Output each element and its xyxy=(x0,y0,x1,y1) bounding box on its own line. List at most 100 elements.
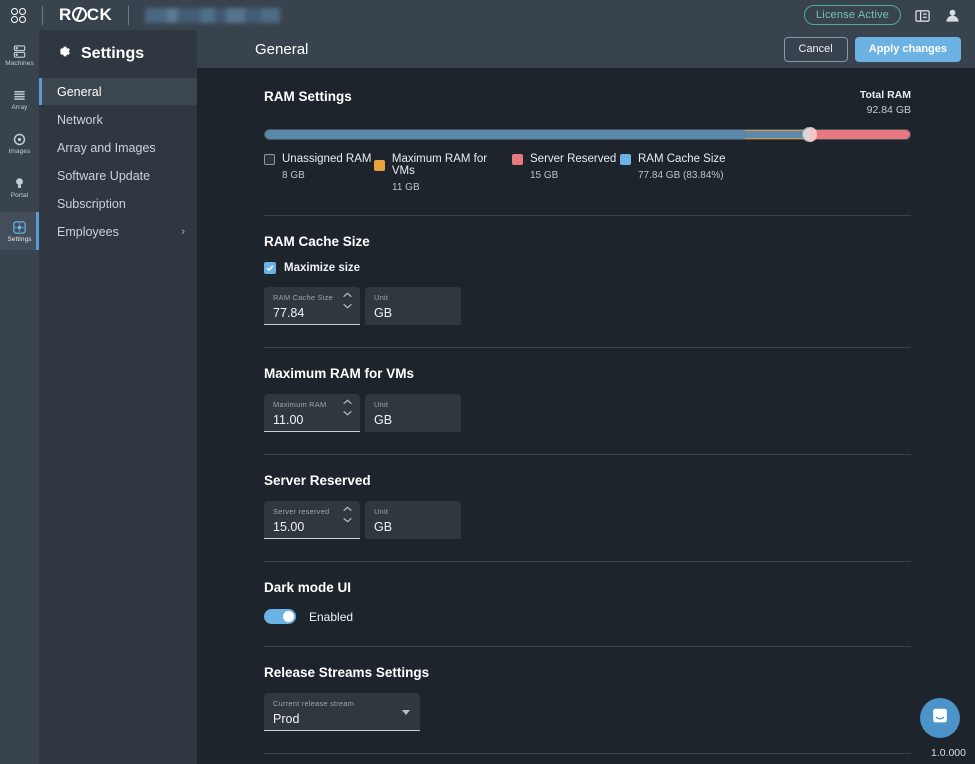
sidebar-label-subscription: Subscription xyxy=(57,197,126,211)
ram-cache-stepper[interactable] xyxy=(342,292,353,309)
panel-icon[interactable] xyxy=(914,7,931,24)
disc-icon xyxy=(12,132,27,147)
gear-icon xyxy=(55,43,72,65)
max-ram-unit-input[interactable]: Unit GB xyxy=(365,394,461,432)
rail-label-portal: Portal xyxy=(11,192,29,199)
legend-value-server-reserved: 15 GB xyxy=(530,170,620,181)
legend-item-max-vms: Maximum RAM for VMs 11 GB xyxy=(374,153,512,193)
sidebar-item-array-and-images[interactable]: Array and Images xyxy=(39,134,197,161)
rail-label-array: Array xyxy=(11,104,27,111)
top-bar: RCK License Active xyxy=(0,0,975,30)
chat-support-button[interactable] xyxy=(920,698,960,738)
ram-allocation-slider[interactable] xyxy=(264,129,911,140)
ram-cache-unit-label: Unit xyxy=(374,293,452,302)
sidebar-item-general[interactable]: General xyxy=(39,78,197,105)
dark-mode-toggle[interactable] xyxy=(264,609,296,624)
dark-mode-state-label: Enabled xyxy=(309,610,353,624)
total-ram-value: 92.84 GB xyxy=(860,104,911,116)
apply-changes-button-top[interactable]: Apply changes xyxy=(855,37,961,62)
legend-item-unassigned: Unassigned RAM 8 GB xyxy=(264,153,374,193)
rail-item-array[interactable]: Array xyxy=(0,80,39,118)
server-reserved-unit-input[interactable]: Unit GB xyxy=(365,501,461,539)
chat-bubble-icon xyxy=(930,706,950,731)
sidebar-label-software-update: Software Update xyxy=(57,169,150,183)
ram-cache-unit-value: GB xyxy=(374,306,452,320)
divider-1 xyxy=(264,215,911,216)
legend-name-ram-cache: RAM Cache Size xyxy=(638,153,726,165)
chevron-down-icon xyxy=(402,710,410,715)
server-reserved-unit-label: Unit xyxy=(374,507,452,516)
sidebar-title: Settings xyxy=(81,45,144,63)
ram-legend: Unassigned RAM 8 GB Maximum RAM for VMs … xyxy=(264,153,911,193)
logo-divider xyxy=(42,6,43,25)
chevron-up-icon xyxy=(342,399,353,405)
chevron-down-icon xyxy=(342,303,353,309)
logo-ring-icon xyxy=(72,7,87,22)
ram-settings-header: RAM Settings Total RAM 92.84 GB xyxy=(264,68,911,116)
rail-item-portal[interactable]: Portal xyxy=(0,168,39,206)
chevron-up-icon xyxy=(342,506,353,512)
top-bar-actions: License Active xyxy=(804,5,975,25)
content-header: General Cancel Apply changes xyxy=(197,30,975,68)
settings-sidebar: Settings General Network Array and Image… xyxy=(39,30,197,764)
max-ram-input[interactable]: Maximum RAM 11.00 xyxy=(264,394,360,432)
sidebar-item-network[interactable]: Network xyxy=(39,106,197,133)
gear-square-icon xyxy=(12,220,27,235)
rail-item-machines[interactable]: Machines xyxy=(0,36,39,74)
legend-value-unassigned: 8 GB xyxy=(282,170,374,181)
chevron-down-icon xyxy=(342,517,353,523)
sidebar-label-employees: Employees xyxy=(57,225,119,239)
ram-cache-size-value: 77.84 xyxy=(273,306,351,320)
release-stream-select[interactable]: Current release stream Prod xyxy=(264,693,420,731)
server-reserved-stepper[interactable] xyxy=(342,506,353,523)
license-status-badge[interactable]: License Active xyxy=(804,5,901,25)
ram-settings-title: RAM Settings xyxy=(264,89,352,104)
sidebar-item-employees[interactable]: Employees › xyxy=(39,218,197,245)
legend-item-ram-cache: RAM Cache Size 77.84 GB (83.84%) xyxy=(620,153,726,193)
max-ram-stepper[interactable] xyxy=(342,399,353,416)
server-reserved-input[interactable]: Server reserved 15.00 xyxy=(264,501,360,539)
sidebar-item-subscription[interactable]: Subscription xyxy=(39,190,197,217)
maximize-size-row[interactable]: Maximize size xyxy=(264,262,911,274)
chevron-right-icon: › xyxy=(181,226,185,238)
brand-logo[interactable]: RCK xyxy=(0,5,280,25)
logo-wordmark: RCK xyxy=(59,5,112,25)
logo-dots-icon xyxy=(11,8,26,23)
max-ram-unit-value: GB xyxy=(374,413,452,427)
ram-cache-unit-input[interactable]: Unit GB xyxy=(365,287,461,325)
swatch-max-vms-icon xyxy=(374,160,385,171)
max-ram-field-label: Maximum RAM xyxy=(273,400,351,409)
swatch-server-reserved-icon xyxy=(512,154,523,165)
rail-label-images: Images xyxy=(9,148,31,155)
dark-mode-row: Enabled xyxy=(264,609,911,624)
server-reserved-fields: Server reserved 15.00 Unit GB xyxy=(264,501,911,539)
redacted-org-label xyxy=(145,8,280,23)
app-root: RCK License Active xyxy=(0,0,975,764)
legend-name-max-vms: Maximum RAM for VMs xyxy=(392,153,512,177)
account-icon[interactable] xyxy=(944,7,961,24)
divider-2 xyxy=(264,347,911,348)
settings-panel: RAM Settings Total RAM 92.84 GB Unassign… xyxy=(197,68,975,764)
chevron-up-icon xyxy=(342,292,353,298)
cancel-button-top[interactable]: Cancel xyxy=(784,37,848,62)
brand-divider xyxy=(128,6,129,25)
legend-name-unassigned: Unassigned RAM xyxy=(282,153,371,165)
swatch-unassigned-icon xyxy=(264,154,275,165)
maximize-size-checkbox[interactable] xyxy=(264,262,276,274)
ram-cache-size-input[interactable]: RAM Cache Size 77.84 xyxy=(264,287,360,325)
primary-nav-rail: Machines Array Images xyxy=(0,30,39,764)
max-ram-unit-label: Unit xyxy=(374,400,452,409)
divider-5 xyxy=(264,646,911,647)
sidebar-label-network: Network xyxy=(57,113,103,127)
ram-cache-fields: RAM Cache Size 77.84 Unit GB xyxy=(264,287,911,325)
total-ram-block: Total RAM 92.84 GB xyxy=(860,89,911,116)
slider-handle[interactable] xyxy=(802,127,817,142)
server-reserved-field-label: Server reserved xyxy=(273,507,351,516)
sidebar-item-software-update[interactable]: Software Update xyxy=(39,162,197,189)
release-stream-label: Current release stream xyxy=(273,699,411,708)
content-area: General Cancel Apply changes RAM Setting… xyxy=(197,30,975,764)
rail-item-images[interactable]: Images xyxy=(0,124,39,162)
rail-item-settings[interactable]: Settings xyxy=(0,212,39,250)
chevron-down-icon xyxy=(342,410,353,416)
divider-4 xyxy=(264,561,911,562)
